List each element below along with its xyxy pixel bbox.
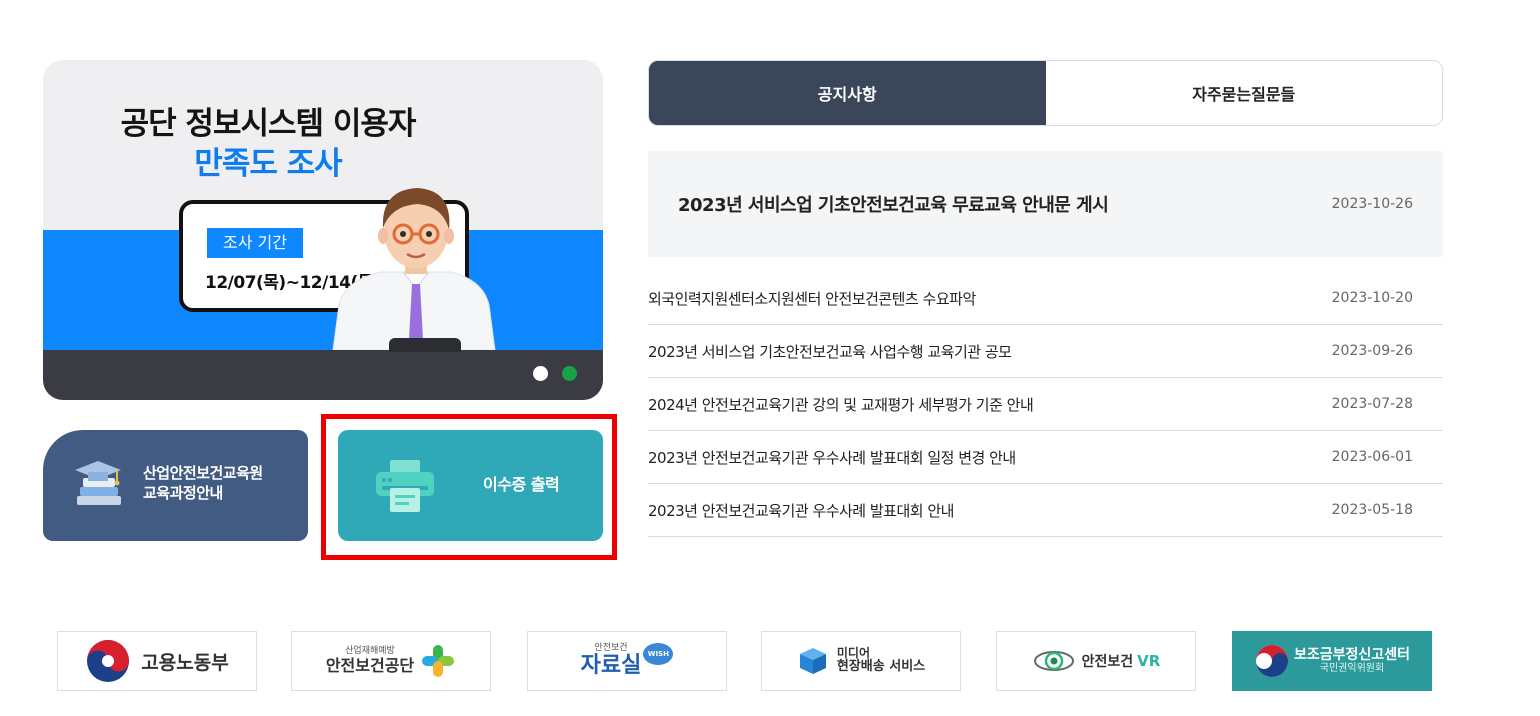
kosha-cross-icon <box>422 645 455 677</box>
course-guide-button[interactable]: 산업안전보건교육원 교육과정안내 <box>43 430 308 541</box>
banner-footer-bar <box>43 338 603 400</box>
archive-logo-text: 안전보건 자료실 <box>580 643 642 678</box>
slide-dot-1[interactable] <box>533 366 548 381</box>
notice-date: 2023-05-18 <box>1331 502 1413 518</box>
notice-title[interactable]: 2023년 안전보건교육기관 우수사례 발표대회 일정 변경 안내 <box>648 447 1332 468</box>
list-item[interactable]: 2024년 안전보건교육기관 강의 및 교재평가 세부평가 기준 안내 2023… <box>648 378 1443 431</box>
list-item[interactable]: 외국인력지원센터소지원센터 안전보건콘텐츠 수요파악 2023-10-20 <box>648 272 1443 325</box>
subsidy-report-center-logo-link[interactable]: 보조금부정신고센터 국민권익위원회 <box>1232 631 1432 691</box>
printer-icon <box>376 460 434 512</box>
tab-faq[interactable]: 자주묻는질문들 <box>1045 61 1442 125</box>
list-item[interactable]: 2023년 안전보건교육기관 우수사례 발표대회 일정 변경 안내 2023-0… <box>648 431 1443 484</box>
slide-dot-2[interactable] <box>562 366 577 381</box>
notice-title[interactable]: 외국인력지원센터소지원센터 안전보건콘텐츠 수요파악 <box>648 288 1332 309</box>
vr-suffix-text: VR <box>1137 652 1161 670</box>
tab-notices[interactable]: 공지사항 <box>649 61 1046 125</box>
list-item[interactable]: 2023년 서비스업 기초안전보건교육 사업수행 교육기관 공모 2023-09… <box>648 325 1443 378</box>
course-guide-label: 산업안전보건교육원 교육과정안내 <box>143 463 263 503</box>
archive-text: 자료실 <box>580 652 642 678</box>
kosha-logo-text: 산업재해예방 안전보건공단 <box>325 646 415 676</box>
promo-banner[interactable]: 공단 정보시스템 이용자 만족도 조사 조사 기간 12/07(목)~12/14… <box>43 60 603 400</box>
notice-date: 2023-06-01 <box>1331 449 1413 465</box>
media-logo-text: 미디어 현장배송 서비스 <box>836 647 926 675</box>
vr-swirl-icon <box>1033 651 1074 671</box>
subsidy-logo-text: 보조금부정신고센터 국민권익위원회 <box>1294 646 1410 675</box>
partner-logos: 고용노동부 산업재해예방 안전보건공단 안전보건 자료실 WISH 미디어 현장… <box>57 631 1432 691</box>
board-tabs: 공지사항 자주묻는질문들 <box>648 60 1443 126</box>
notice-date: 2023-07-28 <box>1331 396 1413 412</box>
featured-notice-title[interactable]: 2023년 서비스업 기초안전보건교육 무료교육 안내문 게시 <box>678 191 1332 217</box>
media-line2: 현장배송 서비스 <box>836 659 926 675</box>
notice-date: 2023-10-20 <box>1331 290 1413 306</box>
wish-badge-icon: WISH <box>643 643 674 665</box>
notice-title[interactable]: 2023년 서비스업 기초안전보건교육 사업수행 교육기관 공모 <box>648 341 1332 362</box>
safety-vr-logo-link[interactable]: 안전보건 VR <box>996 631 1196 691</box>
moel-logo-link[interactable]: 고용노동부 <box>57 631 257 691</box>
box-delivery-icon <box>799 648 826 674</box>
period-tag: 조사 기간 <box>207 228 303 258</box>
subsidy-line1: 보조금부정신고센터 <box>1294 646 1410 663</box>
notice-title[interactable]: 2024년 안전보건교육기관 강의 및 교재평가 세부평가 기준 안내 <box>648 394 1332 415</box>
archive-logo-link[interactable]: 안전보건 자료실 WISH <box>527 631 727 691</box>
slider-pagination <box>533 366 577 381</box>
notice-date: 2023-09-26 <box>1331 343 1413 359</box>
featured-notice[interactable]: 2023년 서비스업 기초안전보건교육 무료교육 안내문 게시 2023-10-… <box>648 151 1443 257</box>
vr-prefix-text: 안전보건 <box>1081 654 1134 670</box>
moel-logo-text: 고용노동부 <box>141 651 229 674</box>
taegeuk-icon <box>1256 645 1289 677</box>
presenter-illustration <box>332 188 496 350</box>
list-item[interactable]: 2023년 안전보건교육기관 우수사례 발표대회 안내 2023-05-18 <box>648 484 1443 537</box>
notice-title[interactable]: 2023년 안전보건교육기관 우수사례 발표대회 안내 <box>648 500 1332 521</box>
certificate-print-button[interactable]: 이수증 출력 <box>338 430 603 541</box>
graduation-cap-books-icon <box>75 461 121 505</box>
certificate-print-label: 이수증 출력 <box>483 475 560 494</box>
kosha-text: 안전보건공단 <box>325 656 415 676</box>
banner-title: 공단 정보시스템 이용자 <box>120 106 417 142</box>
notice-list: 외국인력지원센터소지원센터 안전보건콘텐츠 수요파악 2023-10-20 20… <box>648 272 1443 537</box>
featured-notice-date: 2023-10-26 <box>1331 196 1413 212</box>
taegeuk-icon <box>87 640 130 682</box>
banner-subtitle: 만족도 조사 <box>194 146 342 182</box>
media-delivery-logo-link[interactable]: 미디어 현장배송 서비스 <box>761 631 961 691</box>
course-label-line2: 교육과정안내 <box>143 484 223 502</box>
course-label-line1: 산업안전보건교육원 <box>143 464 263 482</box>
podium <box>389 338 461 352</box>
kosha-logo-link[interactable]: 산업재해예방 안전보건공단 <box>291 631 491 691</box>
subsidy-line2: 국민권익위원회 <box>1319 663 1385 675</box>
